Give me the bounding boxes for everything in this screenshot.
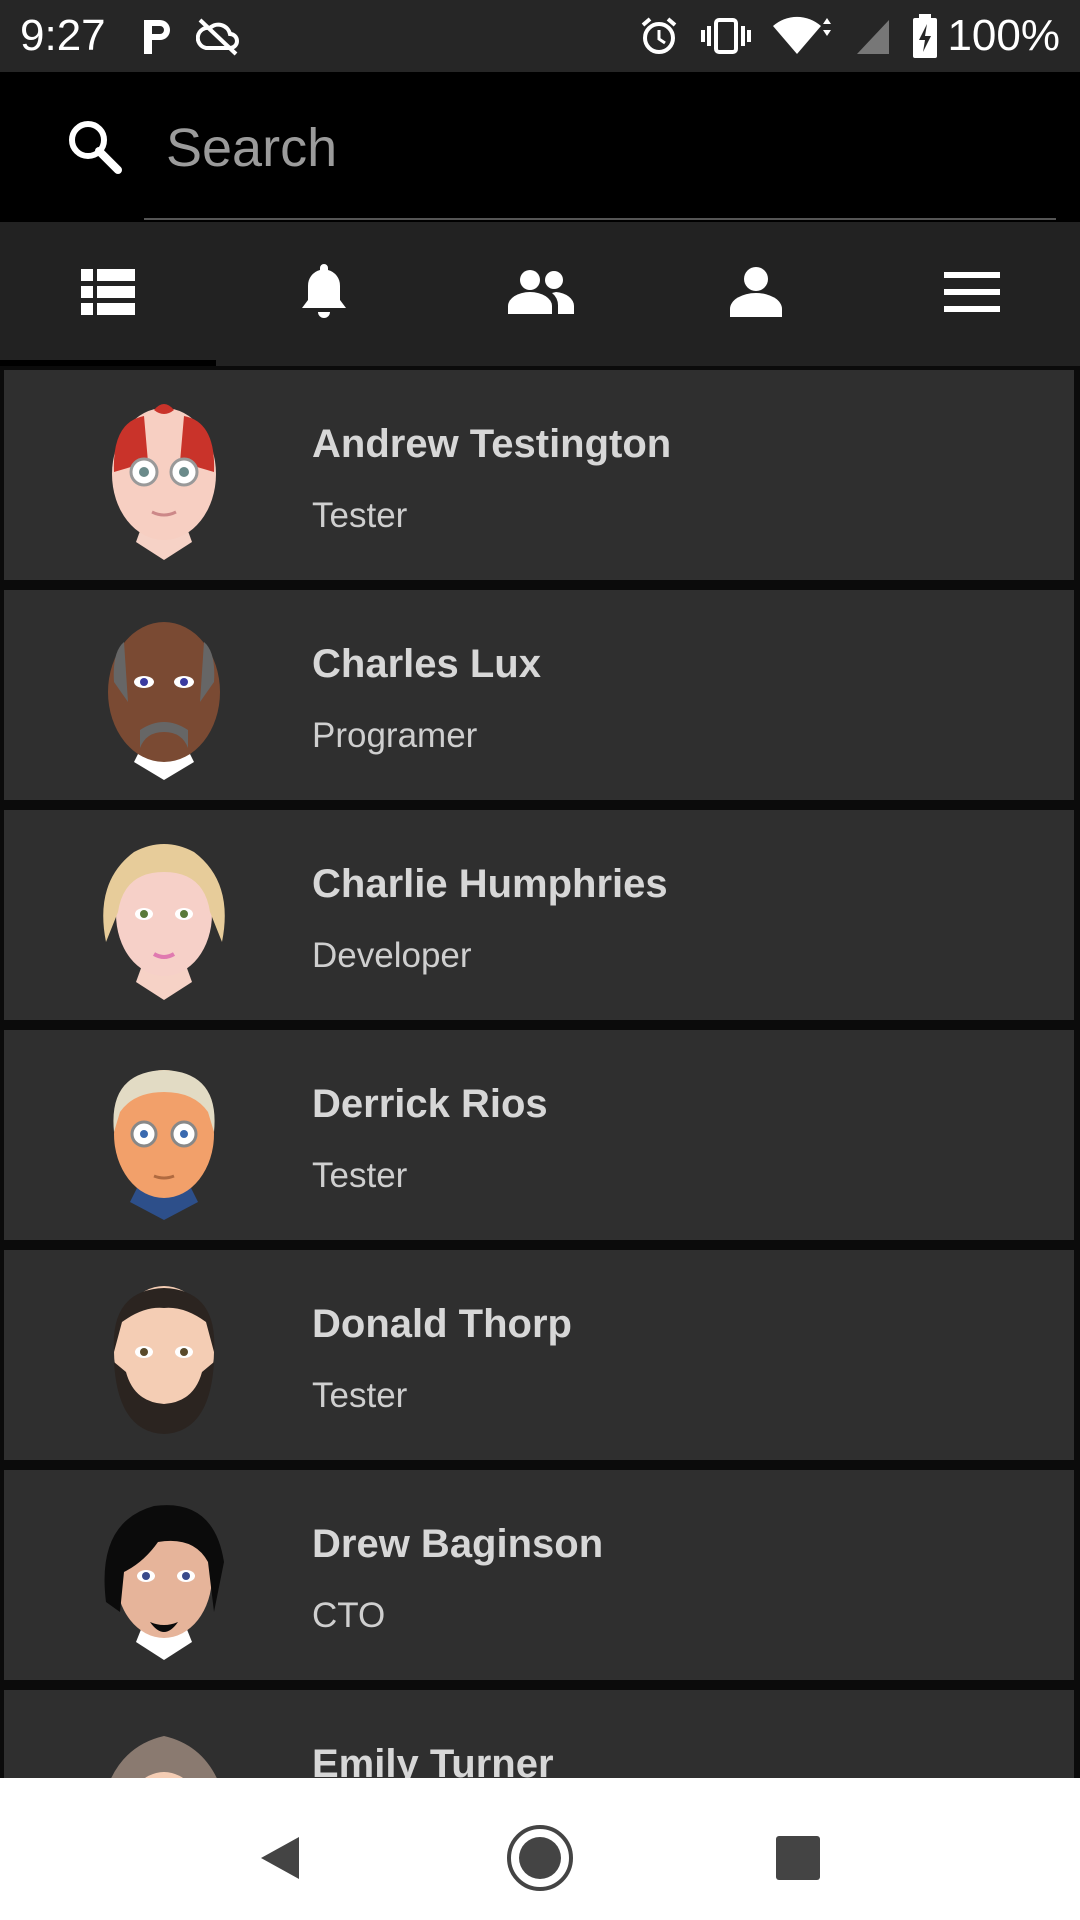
contact-name: Charles Lux xyxy=(312,642,541,686)
contact-name: Andrew Testington xyxy=(312,422,672,466)
tab-groups[interactable] xyxy=(432,222,648,366)
contact-role: Programer xyxy=(312,716,478,755)
person-icon xyxy=(730,266,782,322)
contact-role: Tester xyxy=(312,1156,408,1195)
search-input[interactable] xyxy=(144,110,1056,186)
search-icon[interactable] xyxy=(66,118,122,179)
list-item[interactable]: Andrew Testington Tester xyxy=(2,368,1076,582)
search-underline xyxy=(144,218,1056,220)
tab-notifications[interactable] xyxy=(216,222,432,366)
home-icon[interactable] xyxy=(500,1818,580,1898)
avatar xyxy=(84,392,244,562)
alarm-icon xyxy=(639,16,679,56)
contact-name: Derrick Rios xyxy=(312,1082,548,1126)
avatar xyxy=(84,1712,244,1778)
avatar xyxy=(84,612,244,782)
contact-role: Developer xyxy=(312,936,472,975)
list-item[interactable]: Charles Lux Programer xyxy=(2,588,1076,802)
parking-icon xyxy=(140,16,176,56)
list-item[interactable]: Emily Turner xyxy=(2,1688,1076,1778)
contact-list: Andrew Testington Tester Charles Lux Pro… xyxy=(0,366,1080,1778)
tab-profile[interactable] xyxy=(648,222,864,366)
list-item[interactable]: Charlie Humphries Developer xyxy=(2,808,1076,1022)
list-icon xyxy=(81,268,135,320)
contact-role: Tester xyxy=(312,496,408,535)
tab-list[interactable] xyxy=(0,222,216,366)
battery-charging-icon xyxy=(913,14,938,58)
list-item[interactable]: Drew Baginson CTO xyxy=(2,1468,1076,1682)
recents-icon[interactable] xyxy=(758,1818,838,1898)
back-icon[interactable] xyxy=(240,1818,320,1898)
avatar xyxy=(84,1052,244,1222)
vibrate-icon xyxy=(701,16,752,56)
search-bar xyxy=(0,72,1080,222)
menu-icon xyxy=(944,271,1000,317)
contact-role: Tester xyxy=(312,1376,408,1415)
system-nav-bar xyxy=(0,1778,1080,1920)
avatar xyxy=(84,832,244,1002)
avatar xyxy=(84,1272,244,1442)
contact-role: CTO xyxy=(312,1596,386,1635)
battery-percent: 100% xyxy=(947,11,1060,60)
group-icon xyxy=(506,269,575,319)
list-item[interactable]: Derrick Rios Tester xyxy=(2,1028,1076,1242)
cloud-off-icon xyxy=(195,16,240,56)
tab-bar xyxy=(0,222,1080,366)
contact-name: Charlie Humphries xyxy=(312,862,668,906)
status-time: 9:27 xyxy=(20,11,106,60)
contact-name: Drew Baginson xyxy=(312,1522,604,1566)
list-item[interactable]: Donald Thorp Tester xyxy=(2,1248,1076,1462)
contact-name: Emily Turner xyxy=(312,1742,554,1778)
avatar xyxy=(84,1492,244,1662)
tab-menu[interactable] xyxy=(864,222,1080,366)
bell-icon xyxy=(298,262,350,327)
contact-name: Donald Thorp xyxy=(312,1302,572,1346)
status-bar: 9:27 100% xyxy=(0,0,1080,72)
signal-icon xyxy=(855,16,891,56)
wifi-icon xyxy=(773,16,833,56)
